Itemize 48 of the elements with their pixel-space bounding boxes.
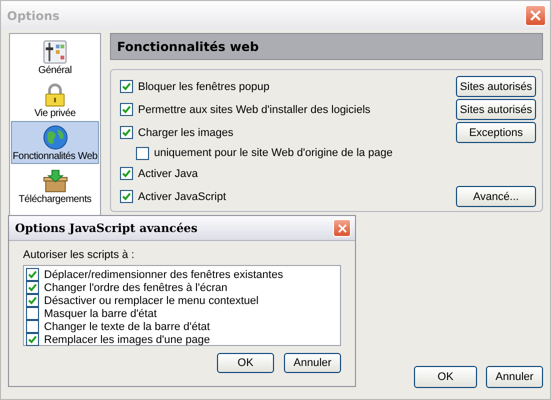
- sidebar-item[interactable]: Général: [11, 35, 99, 78]
- option-label: Désactiver ou remplacer le menu contextuel: [44, 294, 259, 306]
- checkbox[interactable]: [26, 294, 39, 307]
- option-button[interactable]: Exceptions: [456, 122, 536, 143]
- option-label: Charger les images: [138, 126, 234, 138]
- option-label: Déplacer/redimensionner des fenêtres existantes: [44, 268, 284, 280]
- option-label: Bloquer les fenêtres popup: [138, 80, 270, 92]
- sliders-icon: [43, 40, 67, 64]
- option-button[interactable]: Sites autorisés: [456, 99, 536, 120]
- cancel-button[interactable]: Annuler: [284, 353, 341, 373]
- download-box-icon: [42, 169, 68, 193]
- sidebar-item[interactable]: Téléchargements: [11, 164, 99, 207]
- option-button[interactable]: Sites autorisés: [456, 76, 536, 97]
- checkbox[interactable]: [120, 80, 133, 93]
- section-title: Fonctionnalités web: [117, 39, 259, 54]
- checkbox[interactable]: [120, 126, 133, 139]
- close-button[interactable]: [525, 5, 546, 26]
- globe-icon: [42, 125, 68, 150]
- ok-button[interactable]: OK: [217, 353, 274, 373]
- dialog-title: Options JavaScript avancées: [15, 221, 198, 235]
- close-icon: [530, 10, 541, 21]
- close-button[interactable]: [333, 219, 351, 237]
- cancel-button[interactable]: Annuler: [486, 366, 543, 388]
- padlock-icon: [44, 83, 66, 107]
- window-title: Options: [7, 8, 60, 22]
- checkbox[interactable]: [26, 307, 39, 320]
- option-label: Changer le texte de la barre d'état: [44, 320, 210, 332]
- prompt-label: Autoriser les scripts à :: [23, 249, 136, 261]
- option-button[interactable]: Avancé...: [456, 186, 536, 207]
- option-label: Activer Java: [138, 168, 199, 180]
- checkbox[interactable]: [120, 103, 133, 116]
- checkbox[interactable]: [26, 268, 39, 281]
- close-icon: [338, 224, 346, 232]
- checkbox[interactable]: [120, 167, 133, 180]
- option-label: Masquer la barre d'état: [44, 308, 157, 320]
- option-label: Remplacer les images d'une page: [44, 334, 210, 346]
- sidebar-item[interactable]: Vie privée: [11, 78, 99, 121]
- ok-button[interactable]: OK: [414, 366, 477, 388]
- checkbox[interactable]: [26, 281, 39, 294]
- option-label: Activer JavaScript: [138, 190, 228, 202]
- option-label: Changer l'ordre des fenêtres à l'écran: [44, 282, 228, 294]
- sidebar-item[interactable]: Fonctionnalités Web: [11, 121, 99, 164]
- checkbox[interactable]: [26, 333, 39, 346]
- checkbox[interactable]: [120, 190, 133, 203]
- option-label: uniquement pour le site Web d'origine de la page: [154, 147, 394, 159]
- checkbox[interactable]: [136, 146, 149, 160]
- checkbox[interactable]: [26, 320, 39, 333]
- option-label: Permettre aux sites Web d'installer des logiciels: [138, 104, 372, 116]
